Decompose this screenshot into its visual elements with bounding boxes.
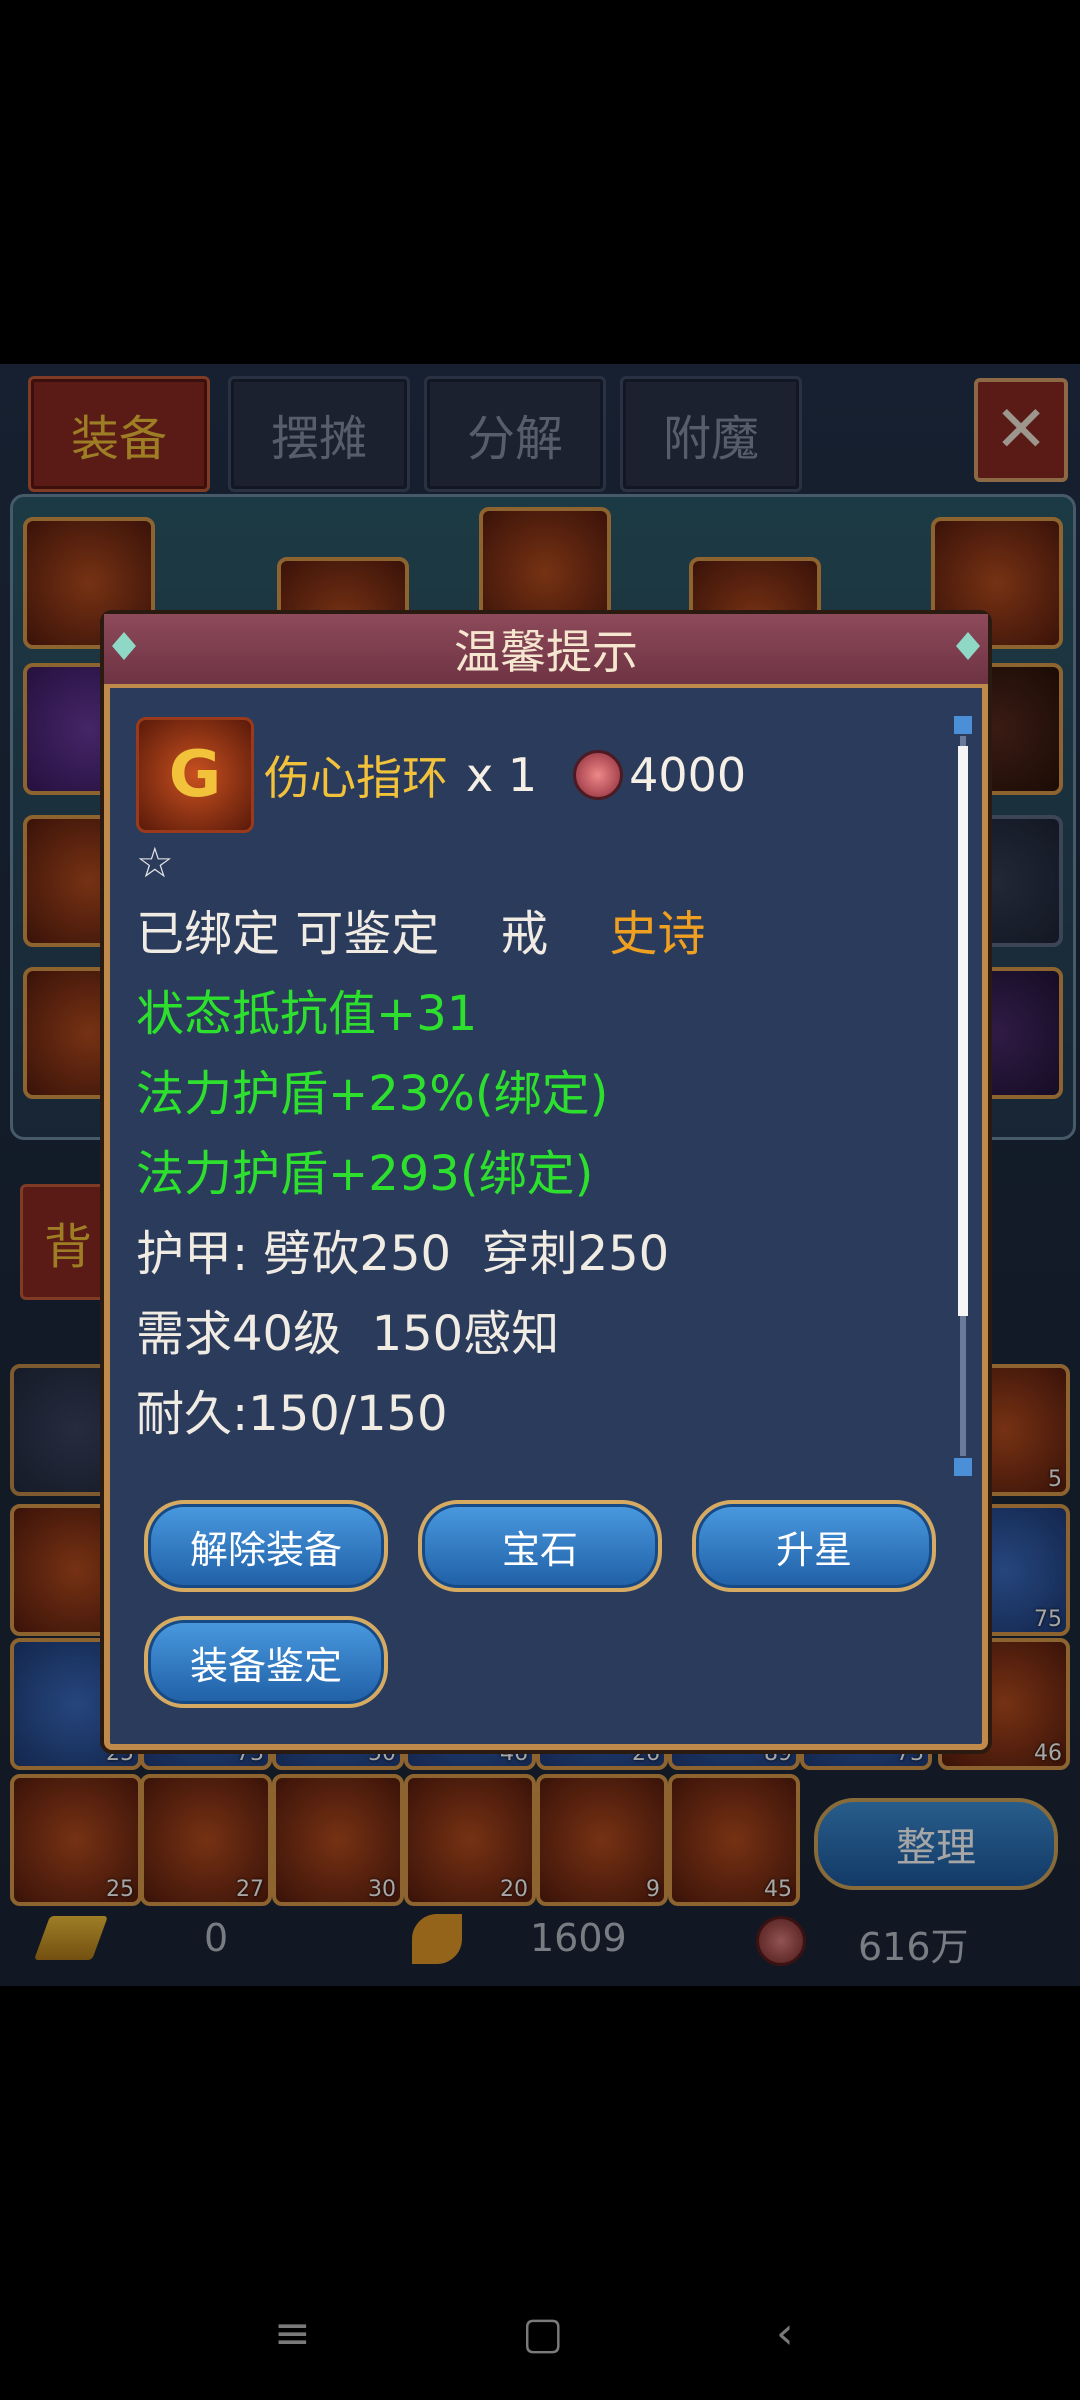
menu-icon[interactable]: ≡ [274,2308,311,2359]
item-attr-line: 护甲: 劈砍250 穿刺250 [136,1226,670,1282]
star-rating: ☆ [136,838,174,887]
item-attr-line: 需求40级 150感知 [136,1306,560,1362]
item-header: G 伤心指环 x 1 4000 [136,717,942,833]
item-attr-line: 耐久:150/150 [136,1386,448,1442]
scroll-up-icon[interactable] [954,716,972,734]
item-details: G 伤心指环 x 1 4000 ☆ 已绑定 可鉴定 戒 史诗 状态抵抗值+31 … [136,717,942,1454]
coin-icon [573,750,624,800]
unequip-button[interactable]: 解除装备 [144,1500,388,1592]
scroll-thumb[interactable] [958,746,968,1316]
gem-button[interactable]: 宝石 [418,1500,662,1592]
item-attr-line: 法力护盾+23%(绑定) [136,1066,609,1122]
system-nav-bar: ≡ ▢ ‹ [0,2290,1080,2380]
item-attr-line: 已绑定 可鉴定 戒 史诗 [136,906,706,962]
item-quantity: x 1 [466,748,538,802]
dialog-title: 温馨提示 [454,625,638,679]
identify-button[interactable]: 装备鉴定 [144,1616,388,1708]
dialog-header: 温馨提示 [104,614,988,688]
item-attr-line: 法力护盾+293(绑定) [136,1146,594,1202]
item-price: 4000 [629,748,747,802]
item-tooltip-dialog: 温馨提示 G 伤心指环 x 1 4000 ☆ 已绑定 可鉴定 戒 史诗 状态抵抗… [104,614,988,1750]
scroll-down-icon[interactable] [954,1458,972,1476]
upgrade-star-button[interactable]: 升星 [692,1500,936,1592]
home-icon[interactable]: ▢ [522,2308,564,2359]
item-name: 伤心指环 [264,751,448,805]
corner-ornament-icon [112,632,136,660]
rarity-label: 史诗 [609,906,706,962]
item-attr-line: 状态抵抗值+31 [136,986,478,1042]
corner-ornament-icon [956,632,980,660]
ring-icon: G [136,717,254,833]
scrollbar[interactable] [954,716,972,1476]
back-icon[interactable]: ‹ [776,2308,794,2359]
